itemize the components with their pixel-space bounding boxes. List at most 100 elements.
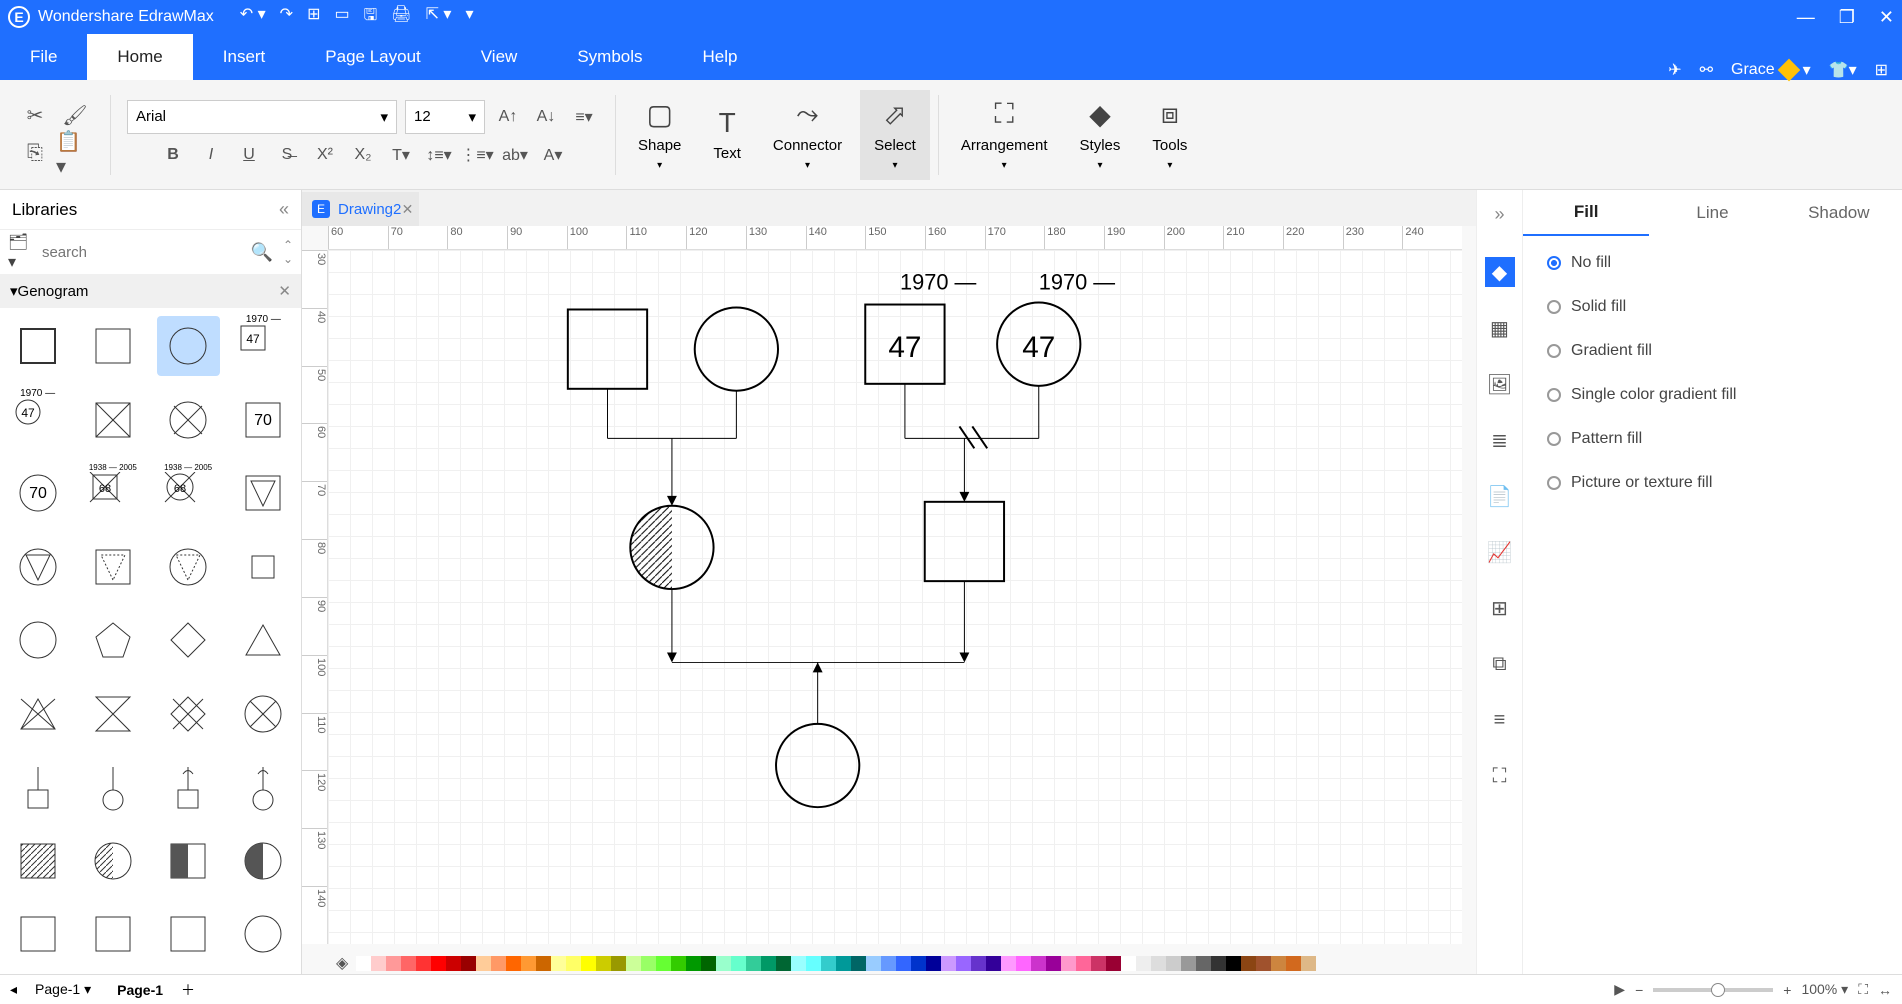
shape-male-deceased[interactable] [81, 390, 144, 450]
palette-color[interactable] [446, 956, 461, 971]
close-tab-icon[interactable]: ✕ [402, 201, 414, 218]
print-icon[interactable]: 🖨 [391, 4, 411, 31]
shape-button[interactable]: ▢Shape▾ [624, 90, 695, 180]
rail-fill-icon[interactable]: ◆ [1485, 257, 1515, 287]
collapse-sidebar-icon[interactable]: « [279, 199, 289, 220]
palette-color[interactable] [761, 956, 776, 971]
menu-symbols[interactable]: Symbols [547, 34, 672, 80]
undo-icon[interactable]: ↶ ▾ [240, 4, 266, 31]
menu-view[interactable]: View [451, 34, 548, 80]
more-icon[interactable]: ▾ [465, 4, 473, 31]
prev-page-icon[interactable]: ◂ [10, 981, 17, 998]
presentation-icon[interactable]: ▶ [1614, 981, 1625, 998]
palette-color[interactable] [1076, 956, 1091, 971]
shape-male[interactable] [6, 316, 69, 376]
shape-female[interactable] [157, 316, 220, 376]
shape-half-filled-circle[interactable] [232, 831, 295, 891]
palette-color[interactable] [461, 956, 476, 971]
shape-pentagon[interactable] [81, 610, 144, 670]
rail-align-icon[interactable]: ≡ [1485, 705, 1515, 735]
palette-color[interactable] [896, 956, 911, 971]
shape-triangle-box[interactable] [232, 463, 295, 523]
zoom-in-icon[interactable]: + [1783, 982, 1791, 998]
opt-no-fill[interactable]: No fill [1547, 254, 1878, 272]
text-case-icon[interactable]: T▾ [386, 140, 416, 170]
menu-help[interactable]: Help [673, 34, 768, 80]
redo-icon[interactable]: ↷ [280, 4, 293, 31]
palette-color[interactable] [1046, 956, 1061, 971]
menu-home[interactable]: Home [87, 34, 192, 80]
copy-icon[interactable]: ⎘ [16, 135, 54, 173]
category-genogram[interactable]: ▾ Genogram ✕ [0, 274, 301, 308]
paste-icon[interactable]: 📋 ▾ [56, 135, 94, 173]
shape-dashed-triangle-box[interactable] [81, 537, 144, 597]
palette-color[interactable] [491, 956, 506, 971]
tab-fill[interactable]: Fill [1523, 190, 1649, 236]
palette-color[interactable] [371, 956, 386, 971]
palette-color[interactable] [1241, 956, 1256, 971]
shape-box-line-1[interactable] [6, 757, 69, 817]
shape-year-age-female[interactable]: 1970 —47 [6, 390, 69, 450]
shape-x-tri[interactable] [6, 684, 69, 744]
add-page-icon[interactable]: ＋ [181, 980, 195, 1000]
palette-color[interactable] [686, 956, 701, 971]
rail-chart-icon[interactable]: 📈 [1485, 537, 1515, 567]
palette-color[interactable] [476, 956, 491, 971]
send-icon[interactable]: ✈ [1668, 60, 1681, 80]
palette-color[interactable] [866, 956, 881, 971]
zoom-out-icon[interactable]: − [1635, 982, 1643, 998]
user-menu[interactable]: Grace ▾ [1731, 60, 1811, 80]
palette-color[interactable] [386, 956, 401, 971]
underline-icon[interactable]: U [234, 140, 264, 170]
shape-male-70[interactable]: 70 [232, 390, 295, 450]
palette-color[interactable] [581, 956, 596, 971]
shape-box-line-2[interactable] [157, 757, 220, 817]
opt-single-color[interactable]: Single color gradient fill [1547, 386, 1878, 404]
palette-color[interactable] [671, 956, 686, 971]
shape-circle-line-2[interactable] [232, 757, 295, 817]
fit-page-icon[interactable]: ⛶ [1858, 981, 1868, 998]
shape-circle[interactable] [6, 610, 69, 670]
shape-diamond[interactable] [157, 610, 220, 670]
palette-color[interactable] [911, 956, 926, 971]
palette-color[interactable] [656, 956, 671, 971]
superscript-icon[interactable]: X² [310, 140, 340, 170]
tshirt-icon[interactable]: 👕▾ [1829, 60, 1857, 80]
palette-color[interactable] [1271, 956, 1286, 971]
shape-year-age-male[interactable]: 1970 —47 [232, 316, 295, 376]
tab-line[interactable]: Line [1649, 190, 1775, 236]
palette-color[interactable] [1286, 956, 1301, 971]
palette-color[interactable] [1301, 956, 1316, 971]
palette-color[interactable] [956, 956, 971, 971]
rail-table-icon[interactable]: ⊞ [1485, 593, 1515, 623]
palette-color[interactable] [1226, 956, 1241, 971]
save-icon[interactable]: 🖫 [364, 4, 378, 31]
palette-color[interactable] [1001, 956, 1016, 971]
palette-color[interactable] [941, 956, 956, 971]
shape-box-4[interactable] [157, 904, 220, 964]
shape-box-2[interactable] [6, 904, 69, 964]
canvas[interactable]: 1970 — 47 1970 — 47 [328, 250, 1462, 944]
tab-shadow[interactable]: Shadow [1776, 190, 1902, 236]
shape-male-range-deceased[interactable]: 1938 — 200568 [81, 463, 144, 523]
palette-color[interactable] [926, 956, 941, 971]
text-button[interactable]: TText [699, 90, 755, 180]
bullets-icon[interactable]: ⋮≡▾ [462, 140, 492, 170]
zoom-level[interactable]: 100% ▾ [1801, 981, 1848, 998]
bold-icon[interactable]: B [158, 140, 188, 170]
shape-small-box[interactable] [232, 537, 295, 597]
palette-color[interactable] [1211, 956, 1226, 971]
doc-tab-drawing2[interactable]: E Drawing2 ✕ [302, 192, 419, 226]
tools-button[interactable]: ⧈Tools▾ [1138, 90, 1201, 180]
palette-color[interactable] [596, 956, 611, 971]
palette-color[interactable] [731, 956, 746, 971]
shape-triangle-circle[interactable] [6, 537, 69, 597]
palette-color[interactable] [401, 956, 416, 971]
line-spacing-icon[interactable]: ↕≡▾ [424, 140, 454, 170]
page-tab[interactable]: Page-1 [109, 980, 171, 1000]
rail-grid-icon[interactable]: ▦ [1485, 313, 1515, 343]
shape-female-range-deceased[interactable]: 1938 — 200568 [157, 463, 220, 523]
palette-color[interactable] [806, 956, 821, 971]
palette-color[interactable] [506, 956, 521, 971]
scroll-up-icon[interactable]: ⌃ [283, 238, 293, 252]
